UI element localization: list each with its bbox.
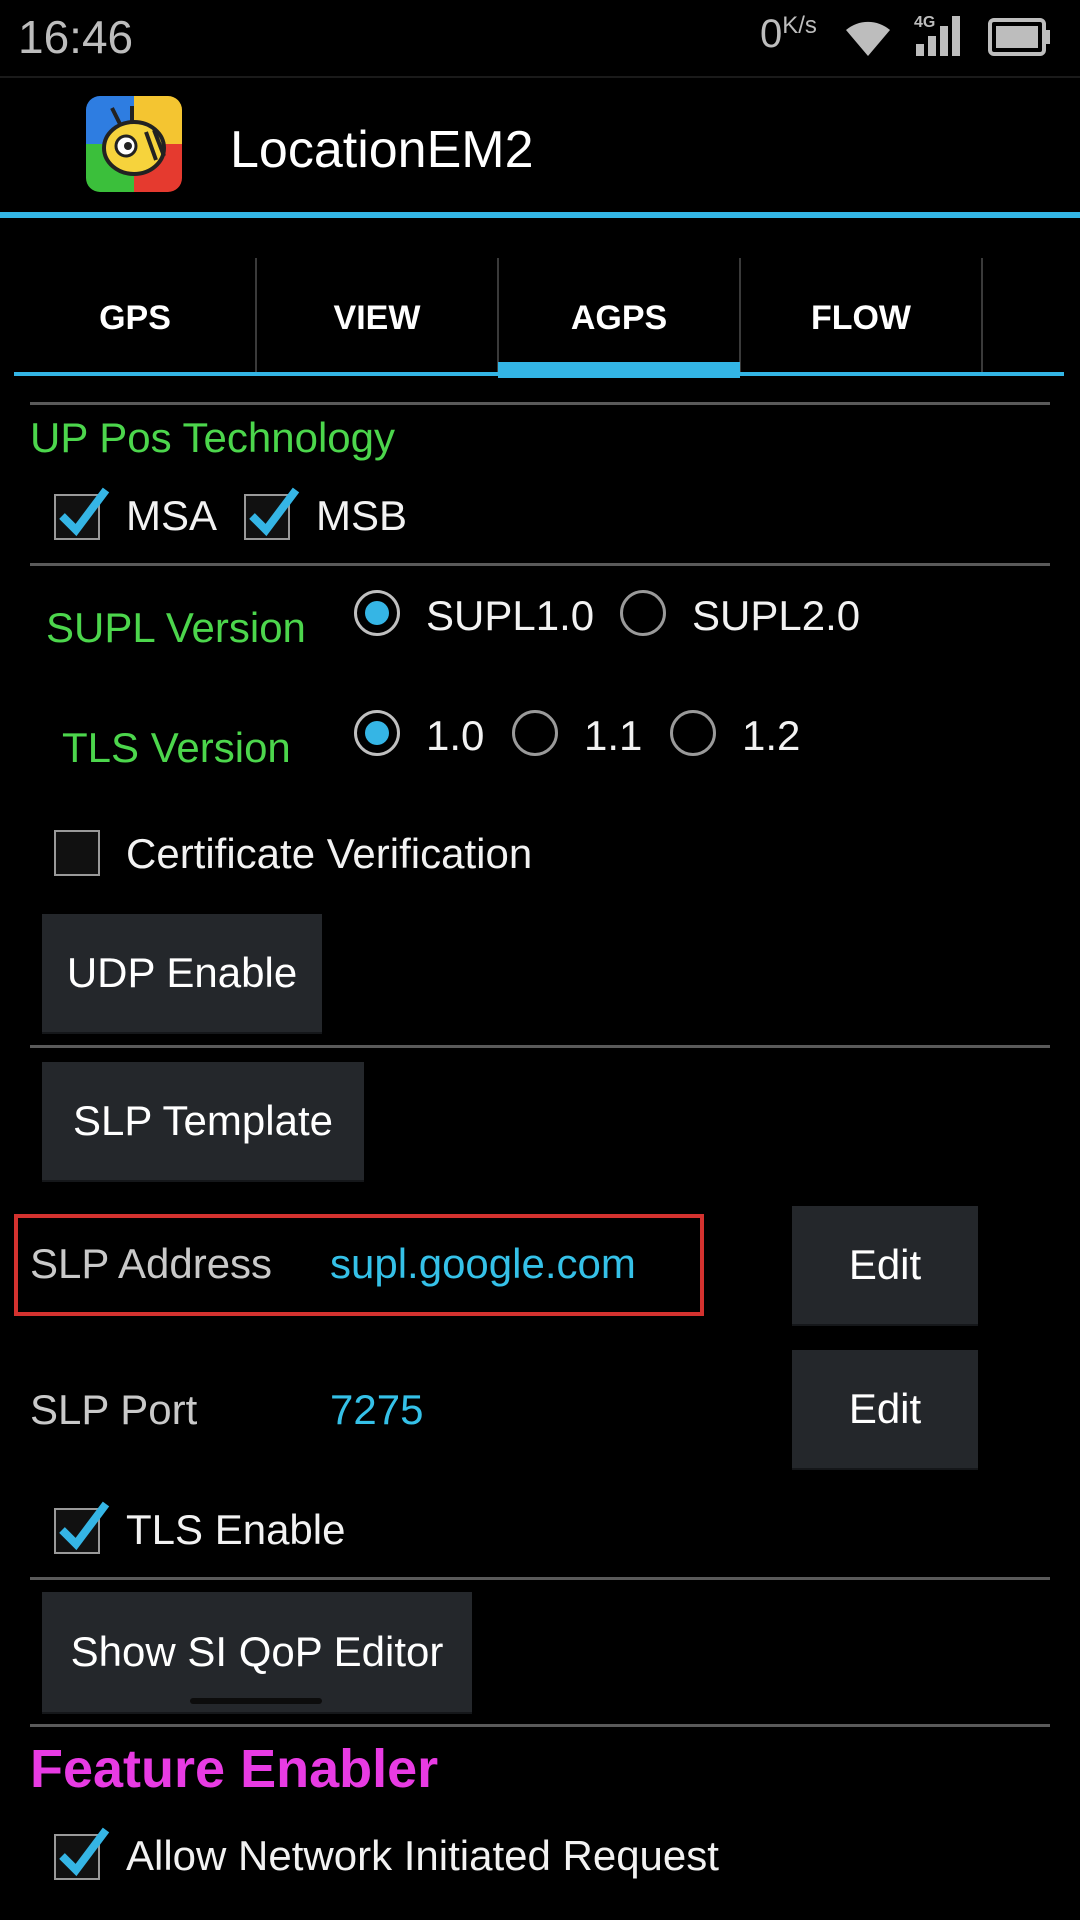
slp-port-value: 7275 [330,1386,424,1433]
tab-gps[interactable]: GPS [14,258,256,378]
certificate-verification-checkbox[interactable] [54,830,100,876]
status-time: 16:46 [18,11,134,63]
supl2-label: SUPL2.0 [692,592,861,639]
tls-enable-label: TLS Enable [126,1506,346,1553]
tab-separator [981,258,983,376]
wifi-icon [842,16,894,63]
scroll-indicator [190,1698,322,1704]
msb-checkbox[interactable] [244,487,300,540]
tls-1-0-label: 1.0 [426,712,485,759]
allow-network-initiated-label: Allow Network Initiated Request [126,1832,719,1879]
supl-version-label: SUPL Version [46,604,306,651]
supl2-radio[interactable] [620,590,666,636]
slp-address-label: SLP Address [30,1240,273,1287]
action-bar-accent-line [0,212,1080,218]
divider [30,1577,1050,1580]
checkmark-icon [249,487,300,537]
tls-1-1-radio[interactable] [512,710,558,756]
tls-enable-checkbox[interactable] [54,1501,110,1554]
slp-address-edit-button[interactable]: Edit [792,1206,978,1326]
tab-agps[interactable]: AGPS [498,258,740,378]
divider [30,563,1050,566]
divider [30,1724,1050,1727]
slp-port-label: SLP Port [30,1386,198,1433]
tls-version-label: TLS Version [62,724,291,771]
divider [30,1045,1050,1048]
checkmark-icon [59,487,110,537]
divider [30,402,1050,405]
slp-address-value: supl.google.com [330,1240,636,1287]
bee-app-icon[interactable] [86,96,182,192]
slp-port-edit-button[interactable]: Edit [792,1350,978,1470]
supl1-label: SUPL1.0 [426,592,595,639]
battery-icon [988,18,1052,63]
certificate-verification-label: Certificate Verification [126,830,533,877]
tab-flow[interactable]: FLOW [740,258,982,378]
feature-enabler-heading: Feature Enabler [30,1739,439,1799]
udp-enable-button[interactable]: UDP Enable [42,914,322,1034]
msa-checkbox[interactable] [54,487,110,540]
msb-label: MSB [316,492,408,539]
tls-1-2-radio[interactable] [670,710,716,756]
network-speed: 0K/s [760,12,817,56]
tls-1-2-label: 1.2 [742,712,801,759]
tab-view[interactable]: VIEW [256,258,498,378]
up-pos-heading: UP Pos Technology [30,414,396,461]
checkmark-icon [59,1827,110,1877]
checkmark-icon [59,1501,110,1551]
slp-template-button[interactable]: SLP Template [42,1062,364,1182]
tls-1-0-radio[interactable] [354,710,400,756]
supl1-radio[interactable] [354,590,400,636]
show-si-qop-editor-button[interactable]: Show SI QoP Editor [42,1592,472,1714]
msa-label: MSA [126,492,218,539]
allow-network-initiated-checkbox[interactable] [54,1827,110,1880]
app-title: LocationEM2 [230,121,534,179]
tls-1-1-label: 1.1 [584,712,643,759]
tab-active-indicator [498,362,740,378]
